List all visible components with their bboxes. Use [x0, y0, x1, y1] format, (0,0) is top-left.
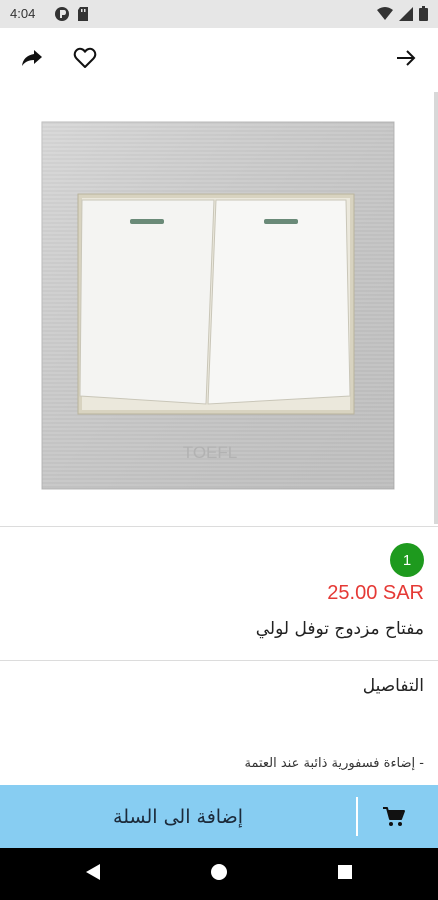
cart-bar-divider: [356, 797, 358, 836]
product-price: 25.00 SAR: [327, 582, 424, 604]
product-detail-screen: 4:04 TOEFL 1 25.00 SAR مفتاح مزدوج توفل …: [0, 0, 438, 900]
share-button[interactable]: [12, 40, 52, 80]
share-icon: [21, 48, 43, 72]
signal-icon: [399, 6, 413, 25]
app-bar: [0, 28, 438, 92]
forward-button[interactable]: [386, 40, 426, 80]
quantity-badge: 1: [390, 543, 424, 577]
vpn-icon: [54, 6, 70, 26]
nav-home-button[interactable]: [205, 860, 233, 888]
product-name: مفتاح مزدوج توفل لولي: [255, 619, 424, 639]
wifi-icon: [377, 6, 393, 25]
product-image[interactable]: TOEFL: [0, 92, 438, 524]
nav-back-button[interactable]: [79, 860, 107, 888]
image-divider: [0, 526, 438, 527]
favorite-button[interactable]: [65, 40, 105, 80]
product-brand-mark: TOEFL: [183, 443, 237, 462]
back-triangle-icon: [85, 863, 101, 885]
status-right-icons: [377, 6, 428, 25]
sd-card-icon: [76, 6, 90, 26]
info-divider: [0, 660, 438, 661]
system-nav-bar: [0, 848, 438, 900]
add-to-cart-button[interactable]: إضافة الى السلة: [0, 785, 438, 848]
recents-square-icon: [337, 864, 353, 884]
status-time: 4:04: [10, 6, 36, 21]
double-light-switch-image: TOEFL: [41, 121, 395, 490]
nav-recents-button[interactable]: [331, 860, 359, 888]
image-edge-shadow: [434, 92, 438, 524]
status-left-icons: [54, 6, 90, 26]
status-bar: 4:04: [0, 0, 438, 28]
arrow-forward-icon: [396, 49, 416, 71]
details-title: التفاصيل: [362, 676, 424, 696]
cart-icon: [378, 801, 410, 833]
home-circle-icon: [210, 863, 228, 885]
add-to-cart-label: إضافة الى السلة: [113, 805, 243, 828]
battery-icon: [419, 6, 428, 25]
details-line: - إضاءة فسفورية ذائبة عند العتمة: [244, 756, 424, 771]
heart-icon: [73, 47, 97, 73]
